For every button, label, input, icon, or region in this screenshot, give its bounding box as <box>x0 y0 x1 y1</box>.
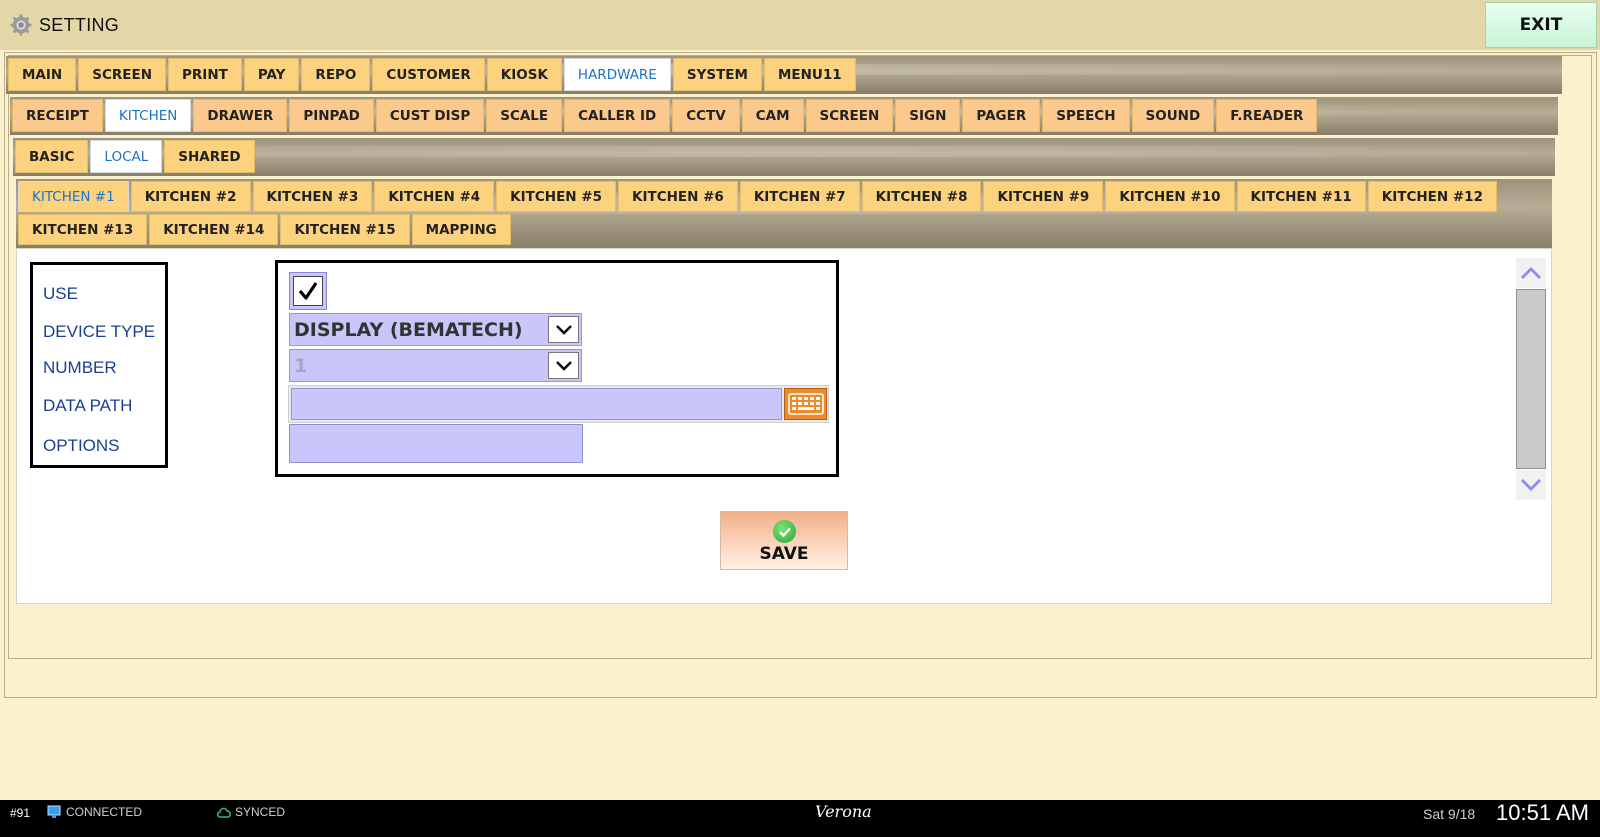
device-type-value: DISPLAY (BEMATECH) <box>294 319 523 341</box>
window-title: SETTING <box>39 15 120 35</box>
tab-pay[interactable]: PAY <box>243 58 300 91</box>
scrollbar-thumb[interactable] <box>1516 289 1546 469</box>
keyboard-button[interactable] <box>784 388 827 420</box>
tab-receipt[interactable]: RECEIPT <box>12 99 103 132</box>
use-checkbox[interactable] <box>289 272 327 310</box>
checkmark-icon <box>298 282 318 300</box>
date-display: Sat 9/18 <box>1423 806 1476 822</box>
kitchen-scope-tab-bar: BASIC LOCAL SHARED <box>13 138 1555 176</box>
tab-kitchen-15[interactable]: KITCHEN #15 <box>280 214 410 245</box>
chevron-up-icon <box>1521 267 1541 279</box>
tab-local[interactable]: LOCAL <box>90 140 163 173</box>
chevron-down-icon[interactable] <box>548 352 579 379</box>
kitchen-scope-tabs: BASIC LOCAL SHARED <box>13 138 1555 175</box>
tab-kitchen-6[interactable]: KITCHEN #6 <box>618 181 738 212</box>
kitchen-printer-tab-bar: KITCHEN #1 KITCHEN #2 KITCHEN #3 KITCHEN #4… <box>16 179 1552 249</box>
field-labels-box: USE DEVICE TYPE NUMBER DATA PATH OPTIONS <box>30 262 168 468</box>
tab-cam[interactable]: CAM <box>741 99 804 132</box>
data-path-input[interactable] <box>291 388 782 420</box>
tab-pinpad[interactable]: PINPAD <box>289 99 374 132</box>
connection-status: CONNECTED <box>66 805 143 819</box>
tab-menu11[interactable]: MENU11 <box>763 58 856 91</box>
tab-kitchen-13[interactable]: KITCHEN #13 <box>18 214 148 245</box>
tab-cctv[interactable]: CCTV <box>672 99 740 132</box>
station-number: #91 <box>10 806 31 820</box>
network-icon <box>47 805 61 818</box>
tab-sign[interactable]: SIGN <box>895 99 961 132</box>
tab-hardware[interactable]: HARDWARE <box>563 58 671 91</box>
title-bar: SETTING <box>0 0 1600 50</box>
tab-scale[interactable]: SCALE <box>486 99 563 132</box>
data-path-label: DATA PATH <box>43 396 133 415</box>
tab-sound[interactable]: SOUND <box>1131 99 1215 132</box>
cloud-icon <box>216 807 231 818</box>
kitchen-printer-tabs: KITCHEN #1 KITCHEN #2 KITCHEN #3 KITCHEN #4… <box>16 179 1552 247</box>
tab-caller-id[interactable]: CALLER ID <box>564 99 671 132</box>
keyboard-icon <box>787 393 824 415</box>
hardware-tab-bar: RECEIPT KITCHEN DRAWER PINPAD CUST DISP SCALE… <box>10 97 1558 135</box>
tab-kitchen-12[interactable]: KITCHEN #12 <box>1367 181 1497 212</box>
tab-kitchen-3[interactable]: KITCHEN #3 <box>252 181 373 212</box>
chevron-down-icon <box>1521 479 1541 491</box>
save-button[interactable]: SAVE <box>720 511 848 570</box>
device-type-label: DEVICE TYPE <box>43 322 156 341</box>
tab-kitchen-9[interactable]: KITCHEN #9 <box>983 181 1104 212</box>
tab-main[interactable]: MAIN <box>8 58 77 91</box>
number-value: 1 <box>294 355 308 377</box>
status-bar: #91 CONNECTED SYNCED Verona Sat 9/18 10:… <box>0 800 1600 837</box>
number-dropdown[interactable]: 1 <box>289 349 582 382</box>
main-tab-bar: MAIN SCREEN PRINT PAY REPO CUSTOMER KIOSK HARDW… <box>6 56 1562 94</box>
exit-button[interactable]: EXIT <box>1485 2 1597 48</box>
tab-speech[interactable]: SPEECH <box>1042 99 1130 132</box>
tab-kitchen-5[interactable]: KITCHEN #5 <box>496 181 616 212</box>
scroll-down-button[interactable] <box>1516 470 1546 500</box>
device-type-dropdown[interactable]: DISPLAY (BEMATECH) <box>289 313 582 346</box>
tab-kitchen-8[interactable]: KITCHEN #8 <box>861 181 982 212</box>
checkbox-square <box>293 276 323 306</box>
site-name: Verona <box>815 802 872 821</box>
tab-cust-disp[interactable]: CUST DISP <box>375 99 485 132</box>
sync-status: SYNCED <box>235 805 286 819</box>
number-label: NUMBER <box>43 358 117 377</box>
tab-customer[interactable]: CUSTOMER <box>372 58 485 91</box>
clock: 10:51 AM <box>1496 800 1589 825</box>
tab-pager[interactable]: PAGER <box>962 99 1041 132</box>
tab-f-reader[interactable]: F.READER <box>1216 99 1318 132</box>
tab-kitchen-1[interactable]: KITCHEN #1 <box>18 181 129 212</box>
tab-kitchen-11[interactable]: KITCHEN #11 <box>1236 181 1366 212</box>
main-tabs: MAIN SCREEN PRINT PAY REPO CUSTOMER KIOSK HARDW… <box>6 56 1562 93</box>
tab-shared[interactable]: SHARED <box>164 140 255 173</box>
options-label: OPTIONS <box>43 436 120 455</box>
options-input[interactable] <box>289 424 583 463</box>
tab-drawer[interactable]: DRAWER <box>193 99 288 132</box>
tab-system[interactable]: SYSTEM <box>672 58 762 91</box>
tab-kiosk[interactable]: KIOSK <box>486 58 562 91</box>
tab-mapping[interactable]: MAPPING <box>411 214 511 245</box>
tab-repo[interactable]: REPO <box>301 58 371 91</box>
tab-basic[interactable]: BASIC <box>15 140 89 173</box>
check-circle-icon <box>773 520 796 543</box>
tab-kitchen-14[interactable]: KITCHEN #14 <box>149 214 279 245</box>
save-label: SAVE <box>759 544 809 564</box>
tab-kitchen-7[interactable]: KITCHEN #7 <box>739 181 860 212</box>
tab-screen[interactable]: SCREEN <box>805 99 894 132</box>
tab-screen[interactable]: SCREEN <box>78 58 166 91</box>
use-label: USE <box>43 284 78 303</box>
tab-kitchen-10[interactable]: KITCHEN #10 <box>1105 181 1235 212</box>
chevron-down-icon[interactable] <box>548 316 579 343</box>
gear-icon <box>10 14 32 36</box>
data-path-field-group <box>288 385 829 423</box>
tab-kitchen-2[interactable]: KITCHEN #2 <box>130 181 251 212</box>
hardware-tabs: RECEIPT KITCHEN DRAWER PINPAD CUST DISP SCALE… <box>10 97 1558 134</box>
tab-kitchen-4[interactable]: KITCHEN #4 <box>374 181 495 212</box>
scroll-up-button[interactable] <box>1516 258 1546 288</box>
tab-print[interactable]: PRINT <box>168 58 242 91</box>
tab-kitchen[interactable]: KITCHEN <box>104 99 192 132</box>
